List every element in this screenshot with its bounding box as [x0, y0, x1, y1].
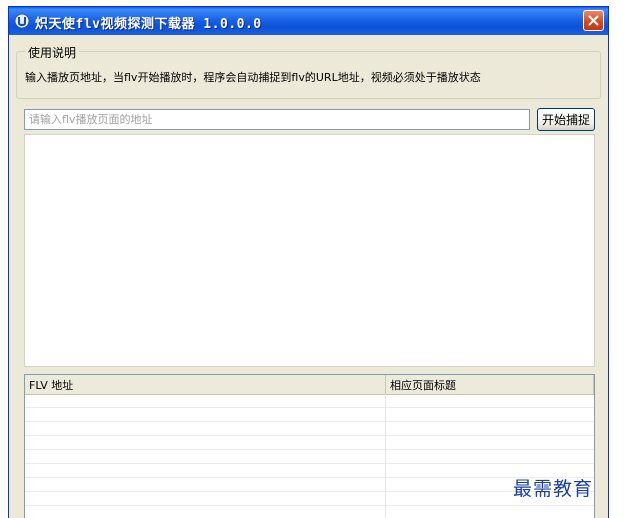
usage-legend: 使用说明: [25, 44, 80, 61]
column-header-flv-url[interactable]: FLV 地址: [25, 375, 386, 394]
flv-list-view[interactable]: FLV 地址 相应页面标题: [24, 374, 595, 518]
list-header: FLV 地址 相应页面标题: [25, 375, 594, 395]
column-header-page-title[interactable]: 相应页面标题: [386, 375, 594, 394]
usage-groupbox: 使用说明 输入播放页地址，当flv开始播放时，程序会自动捕捉到flv的URL地址…: [16, 44, 601, 99]
window-title: 炽天使flv视频探测下载器 1.0.0.0: [35, 17, 262, 32]
start-capture-button[interactable]: 开始捕捉: [537, 108, 595, 131]
url-input[interactable]: [24, 109, 530, 130]
close-icon: [588, 15, 599, 26]
app-logo-icon: [14, 13, 30, 29]
list-body[interactable]: [25, 394, 594, 518]
title-bar[interactable]: 炽天使flv视频探测下载器 1.0.0.0: [9, 7, 608, 35]
capture-log-area[interactable]: [24, 134, 595, 367]
usage-instructions: 输入播放页地址，当flv开始播放时，程序会自动捕捉到flv的URL地址，视频必须…: [25, 71, 481, 84]
close-button[interactable]: [583, 10, 604, 31]
app-window: 炽天使flv视频探测下载器 1.0.0.0 使用说明 输入播放页地址，当flv开…: [8, 6, 609, 518]
watermark: 最需教育: [513, 478, 594, 500]
